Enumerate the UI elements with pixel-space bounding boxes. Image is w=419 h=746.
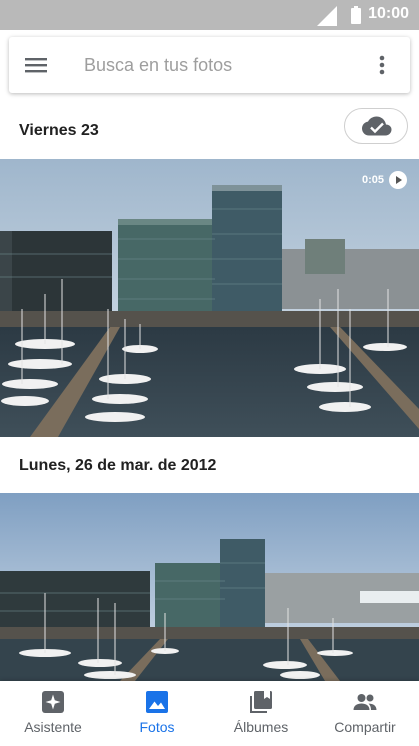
- video-duration: 0:05: [361, 174, 384, 186]
- backup-cloud-button[interactable]: [344, 108, 408, 144]
- video-thumbnail[interactable]: 0:05: [0, 159, 419, 437]
- photo-thumbnail[interactable]: [0, 493, 419, 681]
- nav-label: Asistente: [24, 719, 82, 735]
- section-date-header: Viernes 23: [19, 122, 99, 139]
- nav-label: Fotos: [139, 719, 175, 735]
- status-bar: 10:00: [0, 0, 419, 30]
- albums-icon: [250, 691, 272, 713]
- nav-item-fotos[interactable]: Fotos: [105, 681, 209, 746]
- battery-icon: [351, 6, 361, 24]
- bottom-navigation: Asistente Fotos Álbumes Compartir: [0, 681, 419, 746]
- menu-icon[interactable]: [25, 55, 47, 75]
- search-input[interactable]: Busca en tus fotos: [84, 55, 232, 76]
- nav-item-asistente[interactable]: Asistente: [1, 681, 105, 746]
- cloud-done-icon: [362, 116, 392, 136]
- signal-icon: [317, 6, 337, 26]
- harbor-photo: [0, 159, 419, 437]
- photos-icon: [146, 691, 168, 713]
- assistant-icon: [42, 691, 64, 713]
- play-icon: [389, 171, 407, 189]
- nav-item-compartir[interactable]: Compartir: [313, 681, 417, 746]
- video-duration-badge: 0:05: [362, 171, 407, 189]
- harbor-photo: [0, 493, 419, 681]
- nav-label: Compartir: [334, 719, 396, 735]
- nav-label: Álbumes: [233, 719, 289, 735]
- status-time: 10:00: [368, 5, 409, 22]
- share-icon: [353, 694, 377, 710]
- search-bar[interactable]: Busca en tus fotos: [9, 37, 410, 93]
- more-options-icon[interactable]: [370, 53, 394, 77]
- nav-item-albumes[interactable]: Álbumes: [209, 681, 313, 746]
- section-date-header: Lunes, 26 de mar. de 2012: [19, 457, 217, 474]
